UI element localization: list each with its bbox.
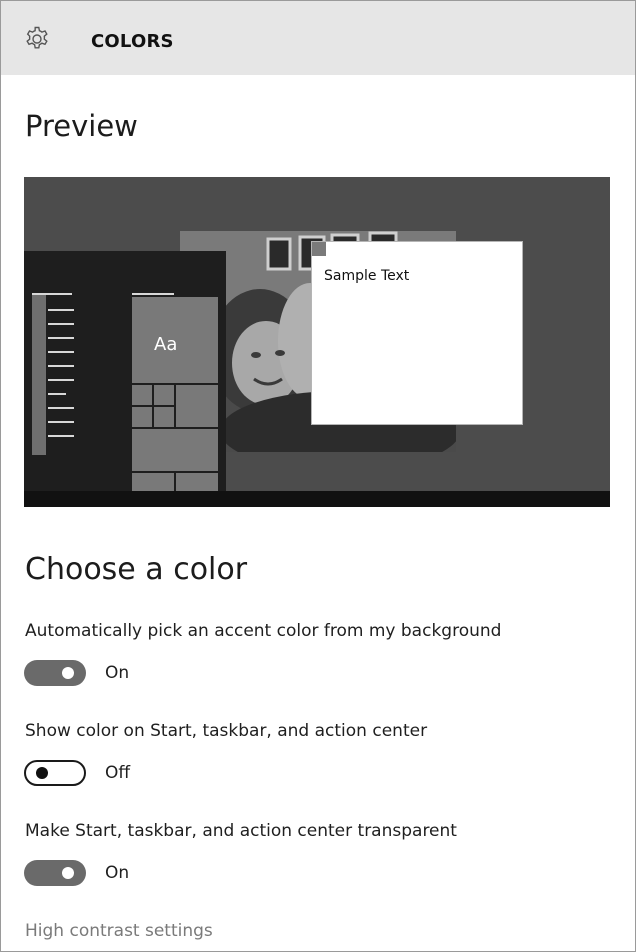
auto-accent-label: Automatically pick an accent color from … xyxy=(25,621,502,641)
auto-accent-state: On xyxy=(105,663,130,683)
start-menu-line xyxy=(48,421,74,423)
start-menu-line xyxy=(48,351,74,353)
toggle-knob xyxy=(62,667,74,679)
start-menu-line xyxy=(48,337,74,339)
start-menu-line xyxy=(48,393,66,395)
choose-color-heading: Choose a color xyxy=(25,552,248,587)
start-menu-line xyxy=(48,323,74,325)
start-menu-line xyxy=(48,365,74,367)
window-titlebar-accent xyxy=(312,242,326,256)
auto-accent-toggle[interactable] xyxy=(24,660,86,686)
medium-tile xyxy=(176,385,218,427)
start-menu-line xyxy=(48,407,74,409)
page-title: COLORS xyxy=(91,31,174,52)
small-tile xyxy=(154,385,174,405)
tile-label: Aa xyxy=(154,334,178,355)
small-tile xyxy=(132,473,174,491)
small-tile xyxy=(132,407,152,427)
start-menu-line xyxy=(48,379,74,381)
taskbar-preview xyxy=(24,491,610,507)
start-menu-line xyxy=(48,309,74,311)
small-tile xyxy=(154,407,174,427)
toggle-knob xyxy=(62,867,74,879)
show-color-state: Off xyxy=(105,763,131,783)
show-color-toggle[interactable] xyxy=(24,760,86,786)
color-preview: Aa Sample Text xyxy=(24,177,610,507)
live-tiles-preview xyxy=(132,297,218,491)
start-menu-line xyxy=(32,293,72,295)
sample-window: Sample Text xyxy=(311,241,523,425)
show-color-label: Show color on Start, taskbar, and action… xyxy=(25,721,428,741)
start-menu-rail xyxy=(32,295,46,455)
start-menu-line xyxy=(132,293,174,295)
wide-tile xyxy=(132,429,218,471)
settings-window: COLORS Preview Aa Sample Text Choose a c… xyxy=(0,0,636,952)
small-tile xyxy=(132,385,152,405)
start-menu-line xyxy=(48,435,74,437)
toggle-knob xyxy=(36,767,48,779)
preview-heading: Preview xyxy=(25,109,138,143)
gear-icon xyxy=(26,26,48,49)
high-contrast-settings-link[interactable]: High contrast settings xyxy=(25,921,213,941)
page-header: COLORS xyxy=(1,1,635,75)
transparency-state: On xyxy=(105,863,130,883)
small-tile xyxy=(176,473,218,491)
transparency-toggle[interactable] xyxy=(24,860,86,886)
sample-text: Sample Text xyxy=(324,268,410,284)
transparency-label: Make Start, taskbar, and action center t… xyxy=(25,821,457,841)
